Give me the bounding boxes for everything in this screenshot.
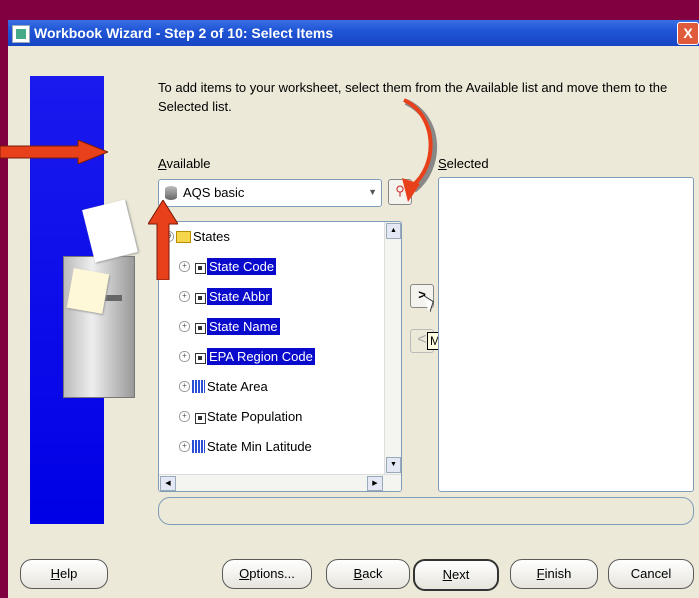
scroll-right-icon[interactable]: ▶	[367, 476, 383, 491]
window-title: Workbook Wizard - Step 2 of 10: Select I…	[34, 25, 334, 41]
scroll-down-icon[interactable]: ▼	[386, 457, 401, 473]
item-icon	[192, 320, 206, 335]
numeric-item-icon	[192, 440, 205, 454]
tree-item[interactable]: + State Min Latitude	[179, 438, 312, 458]
annotation-curved-arrow-icon	[402, 98, 437, 202]
tree-item-label: State Population	[207, 409, 303, 425]
selected-items-list[interactable]	[438, 177, 694, 492]
next-button[interactable]: Next	[413, 559, 499, 591]
expand-icon[interactable]: +	[179, 291, 190, 303]
scroll-left-icon[interactable]: ◀	[160, 476, 176, 491]
paper-illustration	[66, 268, 110, 314]
tree-item-label: State Name	[207, 318, 280, 336]
expand-icon[interactable]: +	[179, 321, 190, 333]
tree-horizontal-scrollbar[interactable]: ◀ ▶	[159, 474, 401, 491]
tree-item[interactable]: + State Population	[179, 408, 302, 428]
title-bar[interactable]: Workbook Wizard - Step 2 of 10: Select I…	[8, 20, 699, 46]
expand-icon[interactable]: +	[179, 441, 190, 453]
tree-item[interactable]: + State Name	[179, 318, 280, 338]
annotation-arrow-up-icon	[148, 200, 178, 280]
scroll-up-icon[interactable]: ▲	[386, 223, 401, 239]
expand-icon[interactable]: +	[179, 351, 190, 363]
business-area-dropdown[interactable]: AQS basic ▼	[158, 179, 382, 207]
numeric-item-icon	[192, 380, 205, 394]
finish-button[interactable]: Finish	[510, 559, 598, 589]
available-label: Available	[158, 156, 211, 171]
description-bar	[158, 497, 694, 525]
tree-item[interactable]: + State Abbr	[179, 288, 272, 308]
available-items-tree[interactable]: ⊖States +State Code+State Abbr+State Nam…	[158, 221, 402, 492]
item-icon	[192, 410, 206, 425]
item-icon	[192, 350, 206, 365]
back-button[interactable]: Back	[326, 559, 410, 589]
dropdown-value: AQS basic	[183, 185, 245, 200]
tree-item-label: EPA Region Code	[207, 348, 315, 366]
tree-vertical-scrollbar[interactable]: ▲ ▼	[384, 222, 401, 474]
options-button[interactable]: Options...	[222, 559, 312, 589]
expand-icon[interactable]: +	[179, 261, 190, 273]
database-icon	[165, 186, 177, 200]
chevron-down-icon[interactable]: ▼	[368, 187, 377, 197]
folder-icon	[176, 230, 191, 243]
tree-item-label: State Abbr	[207, 288, 272, 306]
annotation-arrow-right-icon	[0, 140, 108, 164]
tree-item-label: State Code	[207, 258, 277, 276]
tree-item[interactable]: + EPA Region Code	[179, 348, 315, 368]
expand-icon[interactable]: +	[179, 411, 190, 423]
selected-label: Selected	[438, 156, 489, 171]
tree-item-label: State Area	[207, 379, 268, 395]
tree-item[interactable]: + State Code	[179, 258, 277, 278]
tree-item[interactable]: + State Area	[179, 378, 268, 398]
expand-icon[interactable]: +	[179, 381, 190, 393]
cancel-button[interactable]: Cancel	[608, 559, 694, 589]
wizard-body: To add items to your worksheet, select t…	[8, 46, 699, 598]
tree-item-label: State Min Latitude	[207, 439, 312, 455]
close-button[interactable]: X	[677, 22, 699, 45]
app-icon	[12, 25, 30, 43]
item-icon	[192, 260, 206, 275]
workbook-wizard-window: Workbook Wizard - Step 2 of 10: Select I…	[0, 0, 699, 598]
item-icon	[192, 290, 206, 305]
help-button[interactable]: Help	[20, 559, 108, 589]
